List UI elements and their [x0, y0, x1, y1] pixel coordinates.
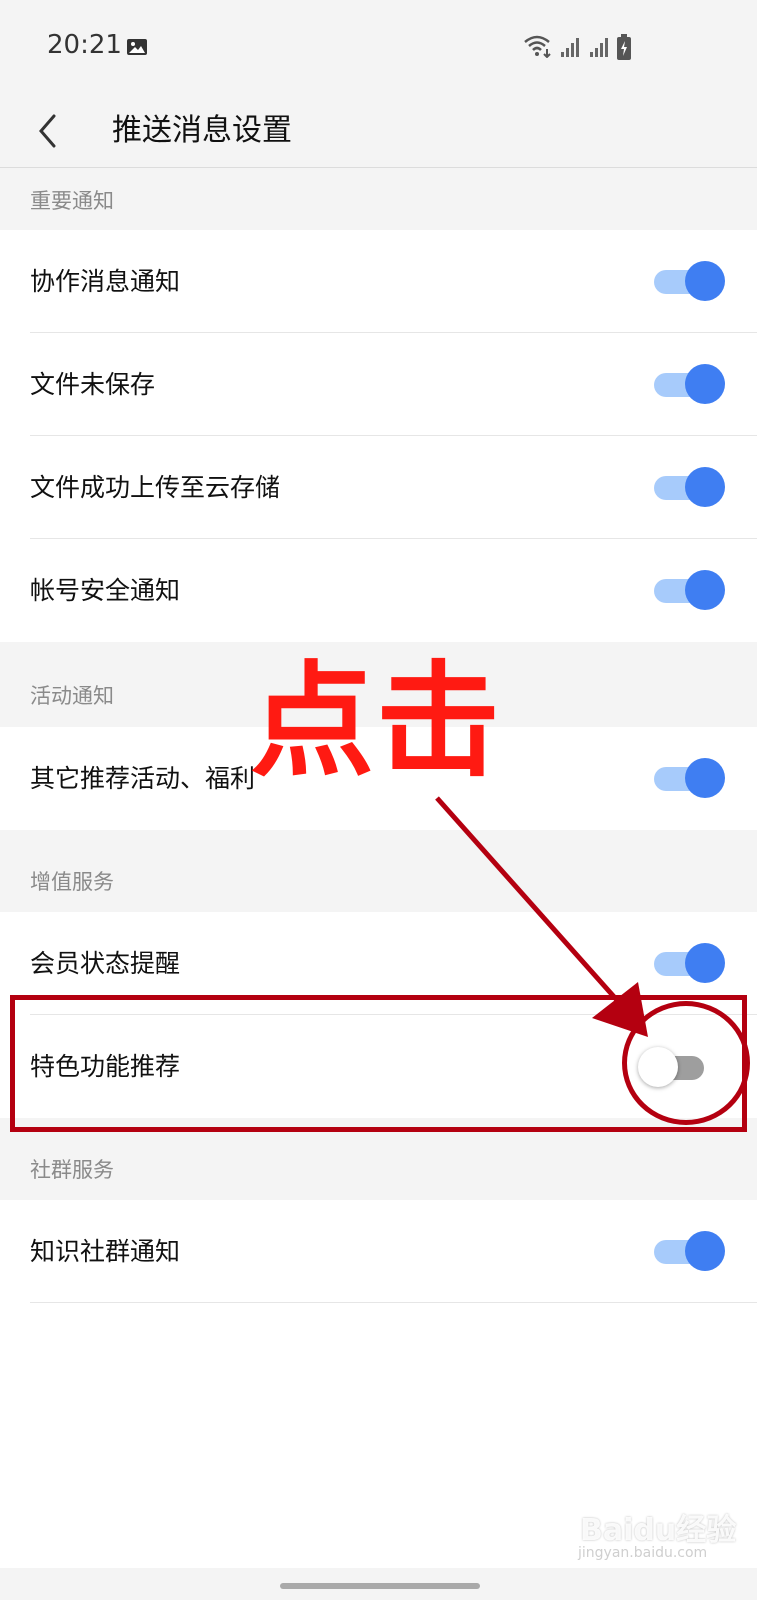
setting-label: 其它推荐活动、福利 [30, 764, 256, 793]
setting-label: 会员状态提醒 [30, 949, 181, 978]
unsaved-file-toggle[interactable] [654, 364, 725, 404]
setting-label: 文件未保存 [30, 370, 156, 399]
setting-row-membership: 会员状态提醒 [0, 912, 757, 1015]
setting-row-featured: 特色功能推荐 [0, 1015, 757, 1118]
account-security-toggle[interactable] [654, 570, 725, 610]
promo-activity-toggle[interactable] [654, 758, 725, 798]
status-time: 20:21 [47, 30, 122, 60]
section-label: 增值服务 [30, 870, 114, 894]
section-header-activity: 活动通知 [0, 642, 757, 727]
section-label: 重要通知 [30, 189, 114, 213]
setting-label: 知识社群通知 [30, 1237, 181, 1266]
section-header-community: 社群服务 [0, 1118, 757, 1200]
section-label: 活动通知 [30, 684, 114, 708]
page-title: 推送消息设置 [112, 113, 292, 148]
status-bar: 20:21 [0, 0, 757, 95]
section-header-important: 重要通知 [0, 168, 757, 230]
home-indicator[interactable] [280, 1583, 480, 1589]
back-arrow-icon[interactable] [34, 104, 74, 158]
setting-row-upload: 文件成功上传至云存储 [0, 436, 757, 539]
gallery-icon [127, 39, 147, 55]
signal-icon [561, 38, 579, 57]
signal-icon [590, 38, 608, 57]
featured-function-toggle[interactable] [638, 1047, 708, 1087]
setting-label: 帐号安全通知 [30, 576, 181, 605]
setting-label: 协作消息通知 [30, 267, 181, 296]
watermark-url: jingyan.baidu.com [578, 1545, 708, 1561]
app-header: 推送消息设置 [0, 95, 757, 168]
upload-success-toggle[interactable] [654, 467, 725, 507]
setting-row-community: 知识社群通知 [0, 1200, 757, 1303]
setting-row-collab: 协作消息通知 [0, 230, 757, 333]
setting-row-security: 帐号安全通知 [0, 539, 757, 642]
section-header-value-added: 增值服务 [0, 830, 757, 912]
section-label: 社群服务 [30, 1158, 114, 1182]
battery-charging-icon [617, 34, 631, 60]
membership-status-toggle[interactable] [654, 943, 725, 983]
setting-row-promo: 其它推荐活动、福利 [0, 727, 757, 830]
watermark-logo: Baidu经验 [580, 1513, 737, 1548]
collab-notify-toggle[interactable] [654, 261, 725, 301]
community-notify-toggle[interactable] [654, 1231, 725, 1271]
setting-row-unsaved: 文件未保存 [0, 333, 757, 436]
setting-label: 文件成功上传至云存储 [30, 473, 281, 502]
setting-label: 特色功能推荐 [30, 1052, 181, 1081]
wifi-icon [524, 35, 551, 58]
